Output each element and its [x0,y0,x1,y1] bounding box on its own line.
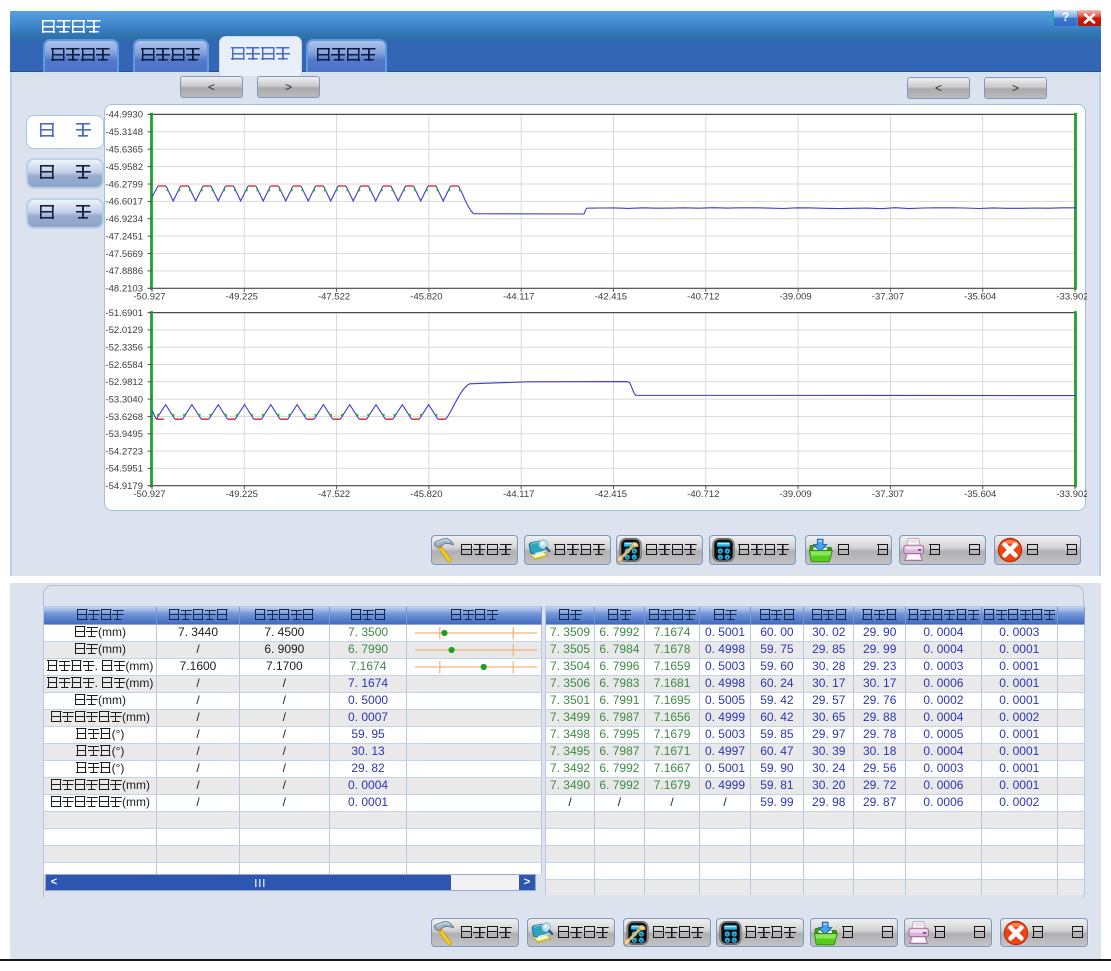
svg-text:-33.902: -33.902 [1056,292,1087,303]
svg-text:-44.117: -44.117 [503,292,535,303]
svg-text:-45.9582: -45.9582 [105,162,143,173]
svg-text:-53.6268: -53.6268 [105,412,143,423]
svg-text:-45.820: -45.820 [410,489,442,500]
svg-text:-45.820: -45.820 [410,292,442,303]
svg-text:-35.604: -35.604 [964,292,996,303]
svg-text:-50.927: -50.927 [133,292,165,303]
svg-text:-46.9234: -46.9234 [105,214,143,225]
svg-text:-35.604: -35.604 [964,489,996,500]
svg-text:-50.927: -50.927 [133,489,165,500]
svg-text:-49.225: -49.225 [226,292,258,303]
svg-text:-44.9930: -44.9930 [105,110,143,121]
svg-text:-47.5669: -47.5669 [105,249,143,260]
svg-text:-51.6901: -51.6901 [105,308,143,319]
svg-text:-37.307: -37.307 [872,489,904,500]
svg-text:-52.6584: -52.6584 [105,360,143,371]
svg-text:-52.3356: -52.3356 [105,343,143,354]
svg-text:-40.712: -40.712 [687,292,719,303]
svg-text:-47.522: -47.522 [318,489,350,500]
svg-text:-49.225: -49.225 [226,489,258,500]
svg-text:-46.2799: -46.2799 [105,179,143,190]
svg-text:-47.8886: -47.8886 [105,266,143,277]
svg-text:-44.117: -44.117 [503,489,535,500]
svg-text:-47.2451: -47.2451 [105,231,143,242]
svg-text:-39.009: -39.009 [779,292,811,303]
svg-text:-40.712: -40.712 [687,489,719,500]
svg-text:-47.522: -47.522 [318,292,350,303]
svg-text:-42.415: -42.415 [595,489,627,500]
svg-text:-45.6365: -45.6365 [105,145,143,156]
svg-text:-53.9495: -53.9495 [105,429,143,440]
svg-text:-53.3040: -53.3040 [105,394,143,405]
svg-text:-54.5951: -54.5951 [105,464,143,475]
svg-text:-52.9812: -52.9812 [105,377,143,388]
svg-text:-52.0129: -52.0129 [105,325,143,336]
svg-text:-42.415: -42.415 [595,292,627,303]
svg-text:-39.009: -39.009 [779,489,811,500]
svg-text:-46.6017: -46.6017 [105,197,143,208]
svg-text:-54.2723: -54.2723 [105,446,143,457]
svg-text:-33.902: -33.902 [1056,489,1087,500]
svg-text:-37.307: -37.307 [872,292,904,303]
svg-text:-45.3148: -45.3148 [105,127,143,138]
